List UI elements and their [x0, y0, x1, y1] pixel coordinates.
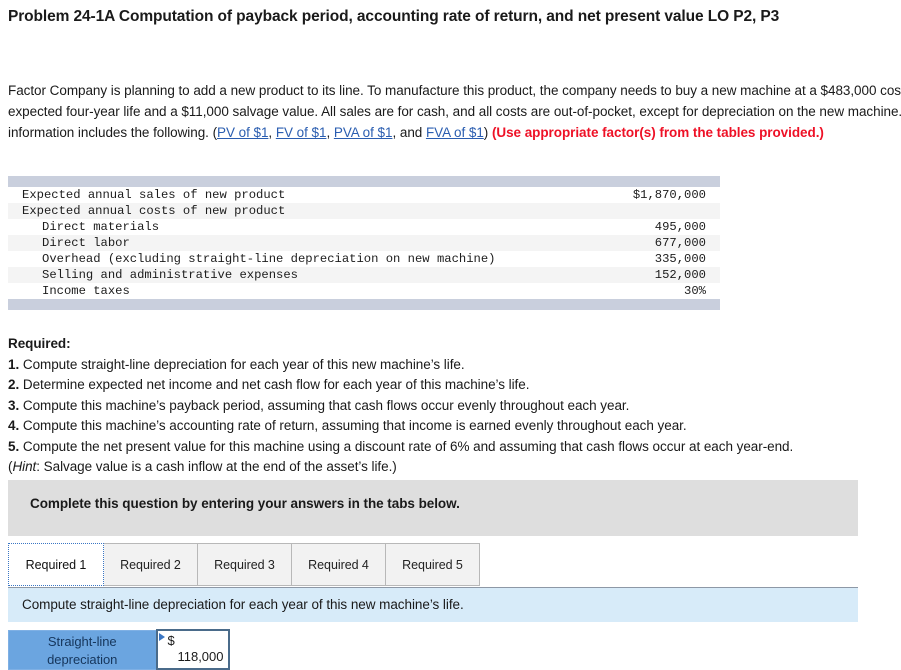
active-tab-instruction-bar: Compute straight-line depreciation for e… [8, 588, 858, 622]
intro-sep-1: , [268, 125, 276, 140]
page-title: Problem 24-1A Computation of payback per… [8, 8, 780, 25]
required-item-1-number: 1. [8, 356, 20, 372]
table-cell-value: $1,870,000 [612, 187, 720, 203]
link-pva-of-1[interactable]: PVA of $1 [334, 125, 393, 140]
complete-question-text: Complete this question by entering your … [30, 496, 460, 511]
required-item-3: 3. Compute this machine’s payback period… [8, 396, 901, 417]
table-cell-value: 152,000 [612, 267, 720, 283]
table-row: Direct labor 677,000 [8, 235, 720, 251]
link-pv-of-1[interactable]: PV of $1 [217, 125, 268, 140]
required-item-4-number: 4. [8, 418, 20, 433]
required-item-4: 4. Compute this machine’s accounting rat… [8, 416, 901, 437]
required-item-1-text: Compute straight-line depreciation for e… [19, 356, 465, 372]
required-item-2-number: 2. [8, 377, 20, 392]
table-top-band [8, 176, 720, 187]
tab-required-3[interactable]: Required 3 [197, 543, 292, 586]
answer-row-label-line1: Straight-line [47, 633, 117, 649]
tab-required-1[interactable]: Required 1 [8, 543, 104, 586]
tab-required-5[interactable]: Required 5 [385, 543, 480, 586]
link-fva-of-1[interactable]: FVA of $1 [426, 125, 484, 140]
assumptions-table: Expected annual sales of new product $1,8… [8, 176, 720, 310]
hint-label: Hint [12, 459, 37, 474]
answer-row-label-line2: depreciation [47, 651, 118, 667]
intro-emphasis-note: (Use appropriate factor(s) from the tabl… [491, 125, 824, 140]
required-item-4-text: Compute this machine’s accounting rate o… [19, 418, 687, 433]
table-cell-label: Selling and administrative expenses [8, 267, 613, 283]
link-fv-of-1[interactable]: FV of $1 [276, 125, 327, 140]
answer-value-cell[interactable]: $ 118,000 [155, 629, 230, 670]
required-item-2-text: Determine expected net income and net ca… [19, 377, 530, 392]
answer-row-straight-line-depreciation: Straight-line depreciation $ 118,000 [8, 629, 230, 670]
hint-text: : Salvage value is a cash inflow at the … [36, 459, 397, 474]
assumptions-table-body: Expected annual sales of new product $1,8… [8, 176, 720, 310]
table-cell-label: Income taxes [8, 283, 613, 299]
table-cell-value: 30% [612, 283, 720, 299]
required-item-1: 1. Compute straight-line depreciation fo… [8, 355, 901, 376]
required-item-3-number: 3. [8, 397, 20, 413]
required-item-5-number: 5. [8, 438, 20, 454]
table-cell-label: Direct materials [8, 219, 613, 235]
intro-text-part2: ) [483, 125, 492, 140]
intro-sep-2: , [326, 125, 334, 140]
table-row: Expected annual sales of new product $1,8… [8, 187, 720, 203]
required-item-5-text: Compute the net present value for this m… [19, 438, 794, 454]
table-row: Expected annual costs of new product [8, 203, 720, 219]
tab-required-2[interactable]: Required 2 [103, 543, 198, 586]
table-row: Income taxes 30% [8, 283, 720, 299]
answer-value: 118,000 [177, 649, 224, 664]
table-cell-value: 495,000 [612, 219, 720, 235]
problem-intro-paragraph: Factor Company is planning to add a new … [8, 80, 901, 143]
table-cell-label: Overhead (excluding straight-line deprec… [8, 251, 613, 267]
table-bottom-band [8, 299, 720, 310]
answer-currency-symbol: $ [167, 633, 175, 648]
table-cell-value [612, 203, 720, 219]
table-row: Overhead (excluding straight-line deprec… [8, 251, 720, 267]
tab-required-4[interactable]: Required 4 [291, 543, 386, 586]
required-item-5: 5. Compute the net present value for thi… [8, 437, 901, 458]
table-cell-label: Direct labor [8, 235, 613, 251]
cell-marker-triangle-icon [158, 633, 165, 641]
complete-question-banner: Complete this question by entering your … [8, 480, 858, 536]
assumptions-table-wrapper: Expected annual sales of new product $1,8… [8, 176, 720, 310]
table-cell-value: 335,000 [612, 251, 720, 267]
table-row: Selling and administrative expenses 152,0… [8, 267, 720, 283]
intro-sep-3: , and [392, 125, 426, 140]
answer-grid: Straight-line depreciation $ 118,000 [8, 629, 230, 670]
table-cell-value: 677,000 [612, 235, 720, 251]
active-tab-instruction-text: Compute straight-line depreciation for e… [22, 597, 464, 612]
table-cell-label: Expected annual sales of new product [8, 187, 613, 203]
required-hint: (Hint: Salvage value is a cash inflow at… [8, 457, 901, 478]
problem-page: Problem 24-1A Computation of payback per… [0, 0, 901, 670]
required-section: Required: 1. Compute straight-line depre… [8, 334, 901, 478]
answer-grid-body: Straight-line depreciation $ 118,000 [8, 629, 230, 670]
required-item-2: 2. Determine expected net income and net… [8, 375, 901, 396]
required-heading: Required: [8, 336, 71, 351]
table-row: Direct materials 495,000 [8, 219, 720, 235]
table-cell-label: Expected annual costs of new product [8, 203, 613, 219]
required-item-3-text: Compute this machine’s payback period, a… [19, 397, 630, 413]
answer-row-label: Straight-line depreciation [8, 629, 157, 670]
